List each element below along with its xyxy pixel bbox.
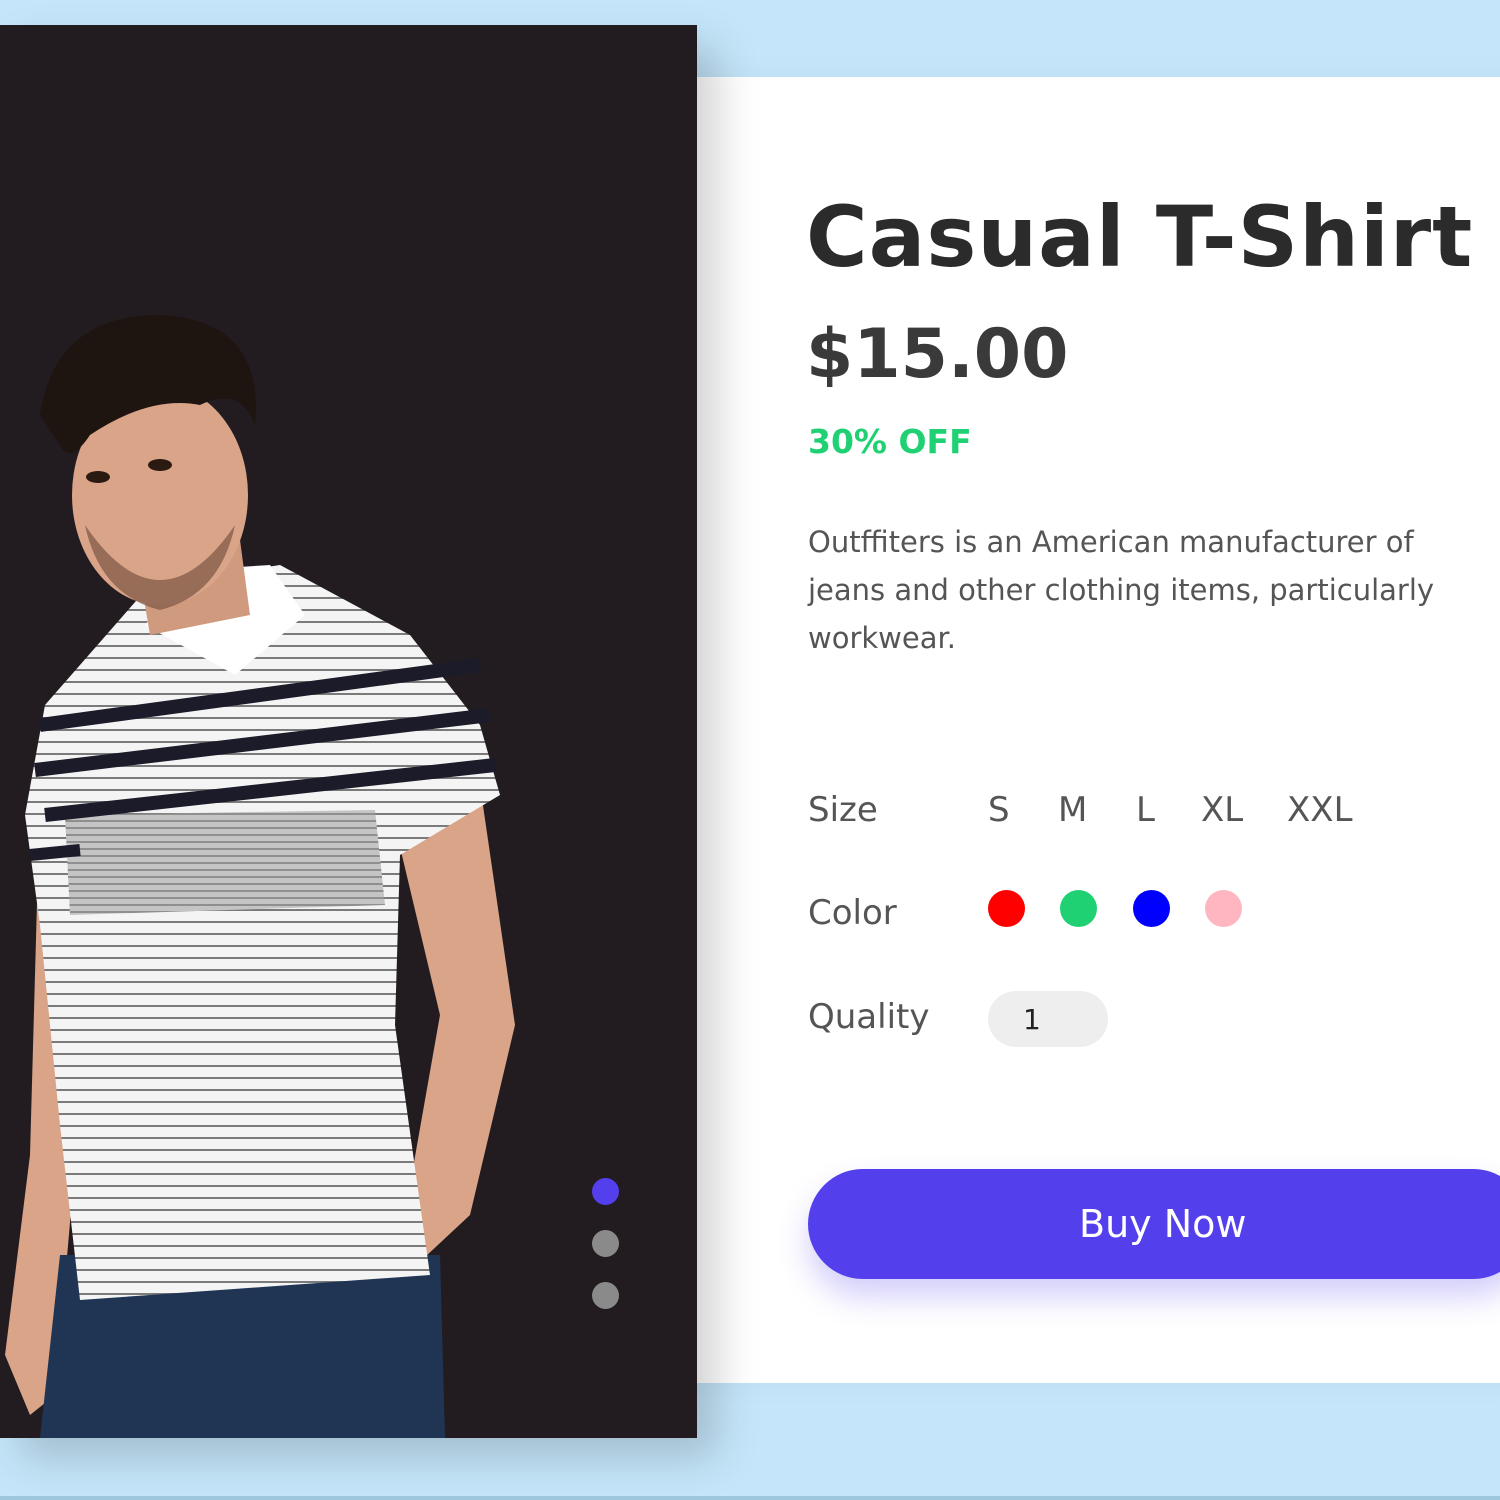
size-label: Size xyxy=(808,790,878,830)
carousel-dot[interactable] xyxy=(592,1282,619,1309)
carousel-dot[interactable] xyxy=(592,1230,619,1257)
size-option-xl[interactable]: XL xyxy=(1201,790,1243,830)
product-image-panel xyxy=(0,25,697,1438)
size-option-xxl[interactable]: XXL xyxy=(1287,790,1353,830)
buy-now-button[interactable]: Buy Now xyxy=(808,1169,1500,1279)
color-label: Color xyxy=(808,893,897,933)
stripe xyxy=(29,844,81,861)
carousel-dots xyxy=(592,1178,620,1334)
size-option-s[interactable]: S xyxy=(988,790,1010,830)
size-option-l[interactable]: L xyxy=(1136,790,1155,830)
quantity-label: Quality xyxy=(808,997,930,1037)
color-swatch-pink[interactable] xyxy=(1205,890,1242,927)
size-option-m[interactable]: M xyxy=(1058,790,1087,830)
product-description: Outffiters is an American manufacturer o… xyxy=(808,525,1435,655)
shirt-band xyxy=(65,810,385,915)
color-swatch-green[interactable] xyxy=(1060,890,1097,927)
product-title: Casual T-Shirt xyxy=(806,188,1474,286)
color-swatch-red[interactable] xyxy=(988,890,1025,927)
color-swatch-blue[interactable] xyxy=(1133,890,1170,927)
product-page: Casual T-Shirt $15.00 30% OFF Outffiters… xyxy=(0,0,1500,1500)
product-price: $15.00 xyxy=(806,315,1069,394)
left-eye xyxy=(86,471,110,483)
carousel-dot[interactable] xyxy=(592,1178,619,1205)
page-divider xyxy=(0,1496,1500,1500)
quantity-input[interactable] xyxy=(988,991,1108,1047)
right-eye xyxy=(148,459,172,471)
discount-badge: 30% OFF xyxy=(808,422,972,461)
